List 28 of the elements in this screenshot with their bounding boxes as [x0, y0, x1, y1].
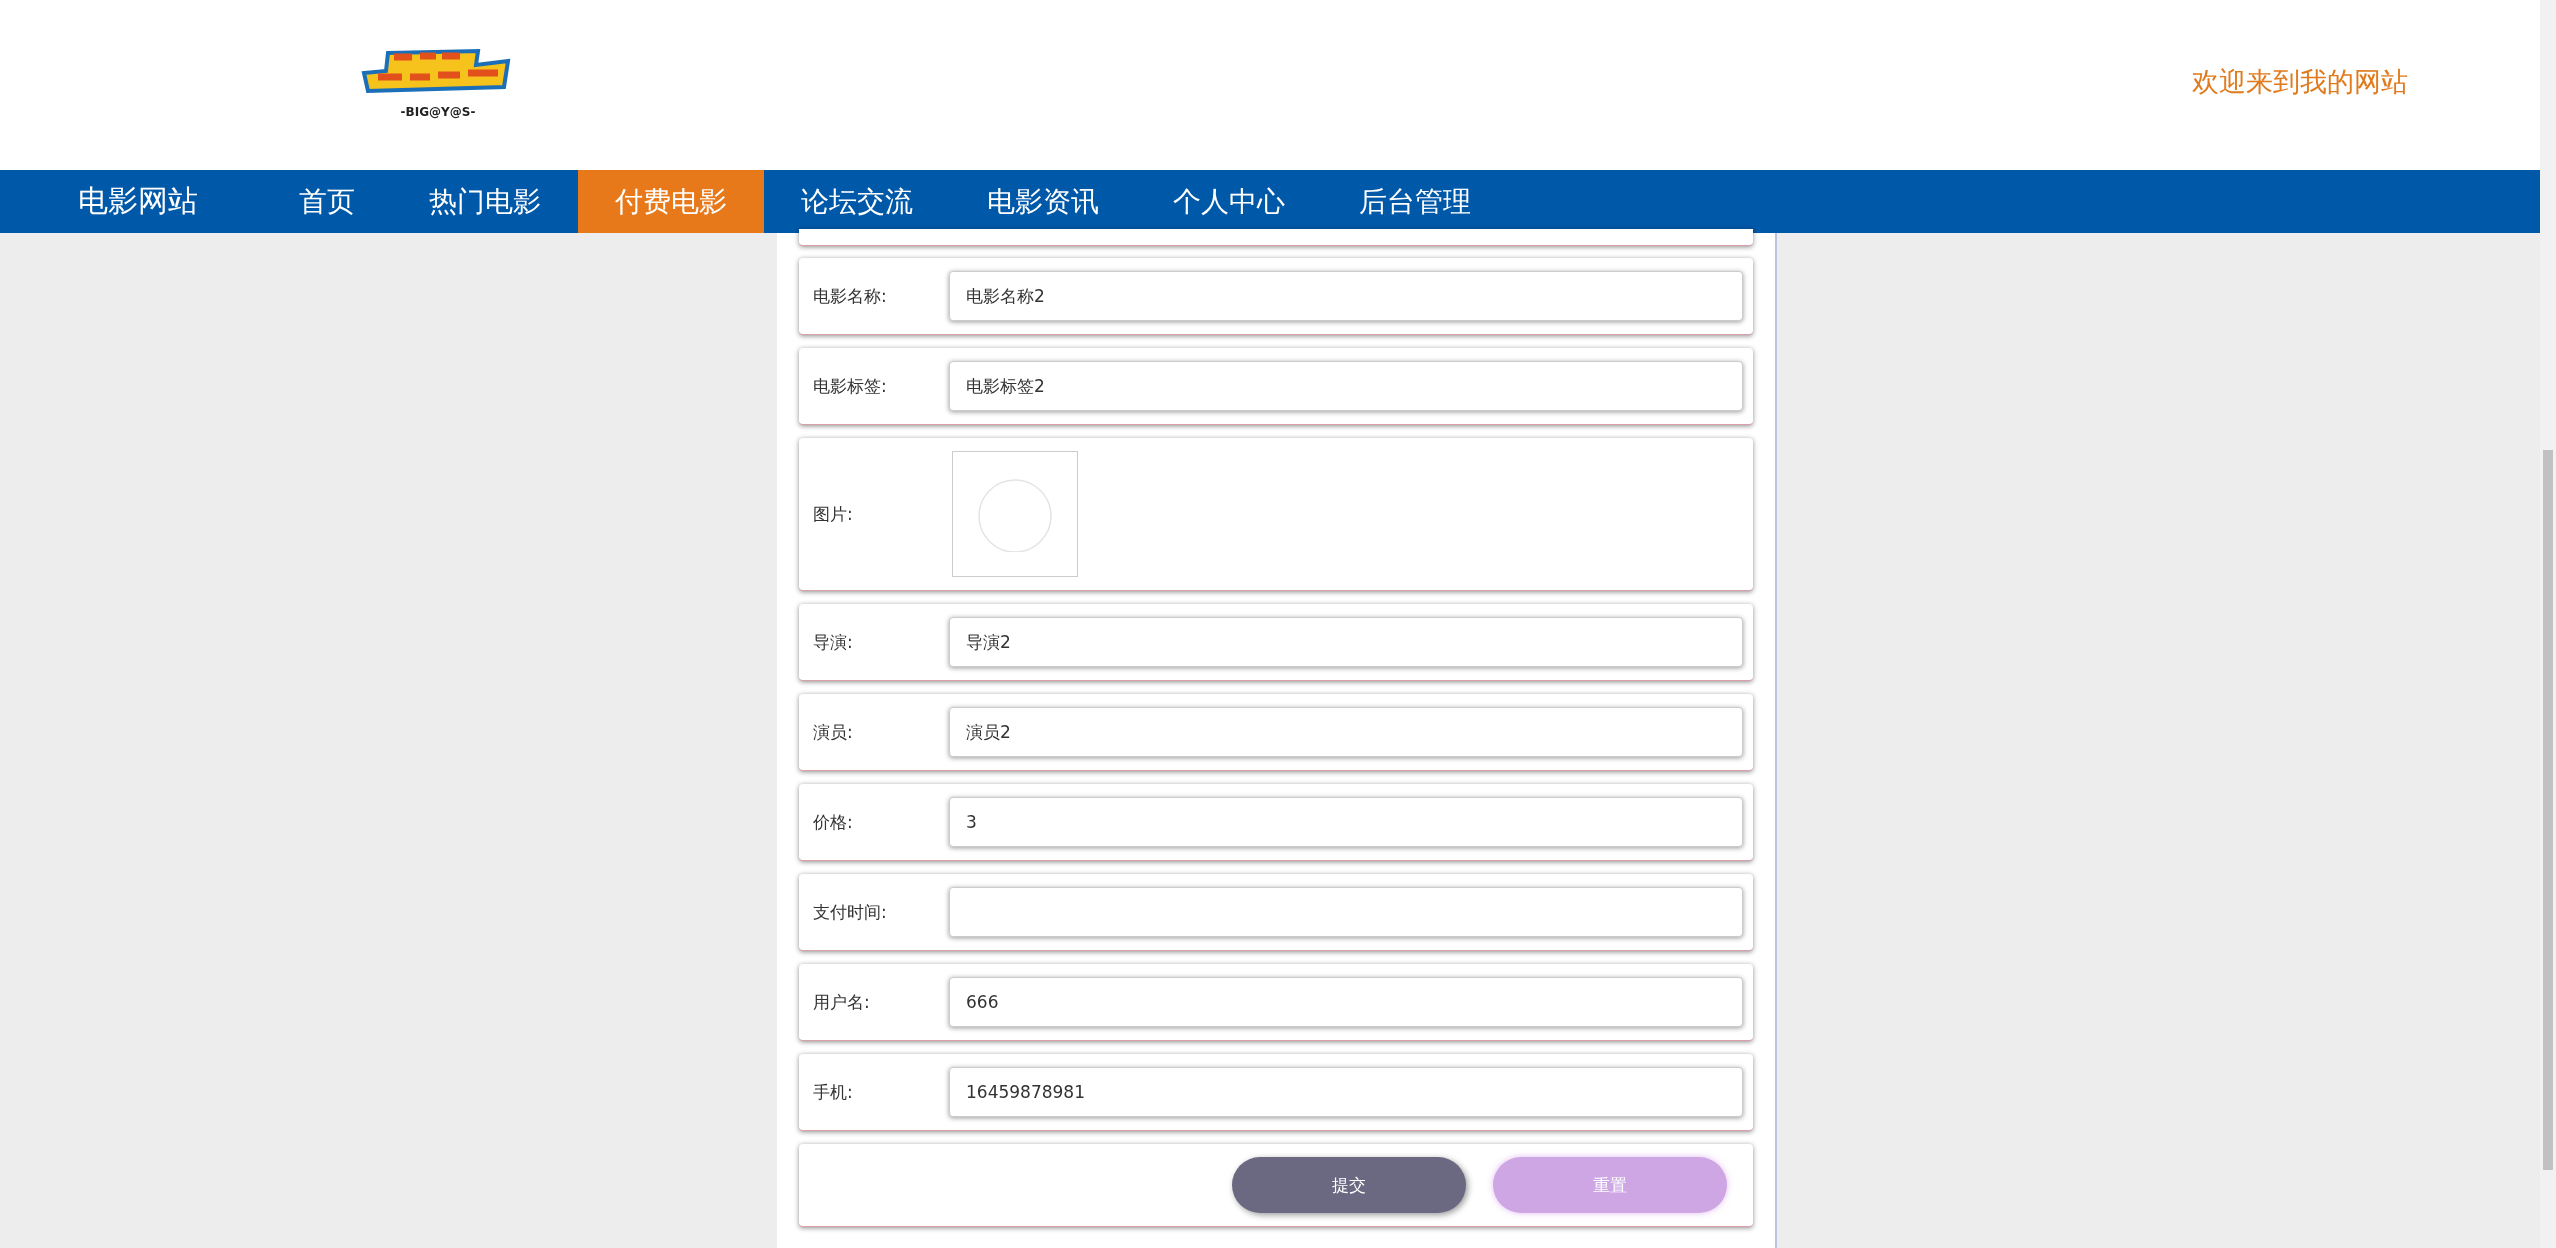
- field-label: 电影标签:: [813, 374, 888, 398]
- input-field[interactable]: 电影标签2: [949, 361, 1743, 411]
- input-field[interactable]: 导演2: [949, 617, 1743, 667]
- nav-item[interactable]: 后台管理: [1322, 170, 1508, 233]
- submit-button[interactable]: 提交: [1232, 1157, 1466, 1213]
- nav-item[interactable]: 电影资讯: [950, 170, 1136, 233]
- logo-caption: -BIG@Y@S-: [400, 105, 476, 119]
- nav-item[interactable]: 个人中心: [1136, 170, 1322, 233]
- field-label: 演员:: [813, 720, 854, 744]
- input-field[interactable]: 电影名称2: [949, 271, 1743, 321]
- field-label: 手机:: [813, 1080, 854, 1104]
- field-label: 价格:: [813, 810, 854, 834]
- site-title[interactable]: 电影网站: [0, 170, 262, 233]
- input-field[interactable]: [949, 887, 1743, 937]
- scrollbar[interactable]: [2540, 0, 2556, 1248]
- input-field[interactable]: 演员2: [949, 707, 1743, 757]
- nav-item[interactable]: 热门电影: [392, 170, 578, 233]
- field-label: 支付时间:: [813, 900, 888, 924]
- field-label: 图片:: [813, 502, 854, 526]
- field-label: 电影名称:: [813, 284, 888, 308]
- input-field[interactable]: 3: [949, 797, 1743, 847]
- welcome-text: 欢迎来到我的网站: [2192, 65, 2408, 99]
- input-field[interactable]: 16459878981: [949, 1067, 1743, 1117]
- nav-item[interactable]: 首页: [262, 170, 392, 233]
- nav-item[interactable]: 论坛交流: [764, 170, 950, 233]
- field-label: 用户名:: [813, 990, 871, 1014]
- field-label: 导演:: [813, 630, 854, 654]
- input-field[interactable]: 666: [949, 977, 1743, 1027]
